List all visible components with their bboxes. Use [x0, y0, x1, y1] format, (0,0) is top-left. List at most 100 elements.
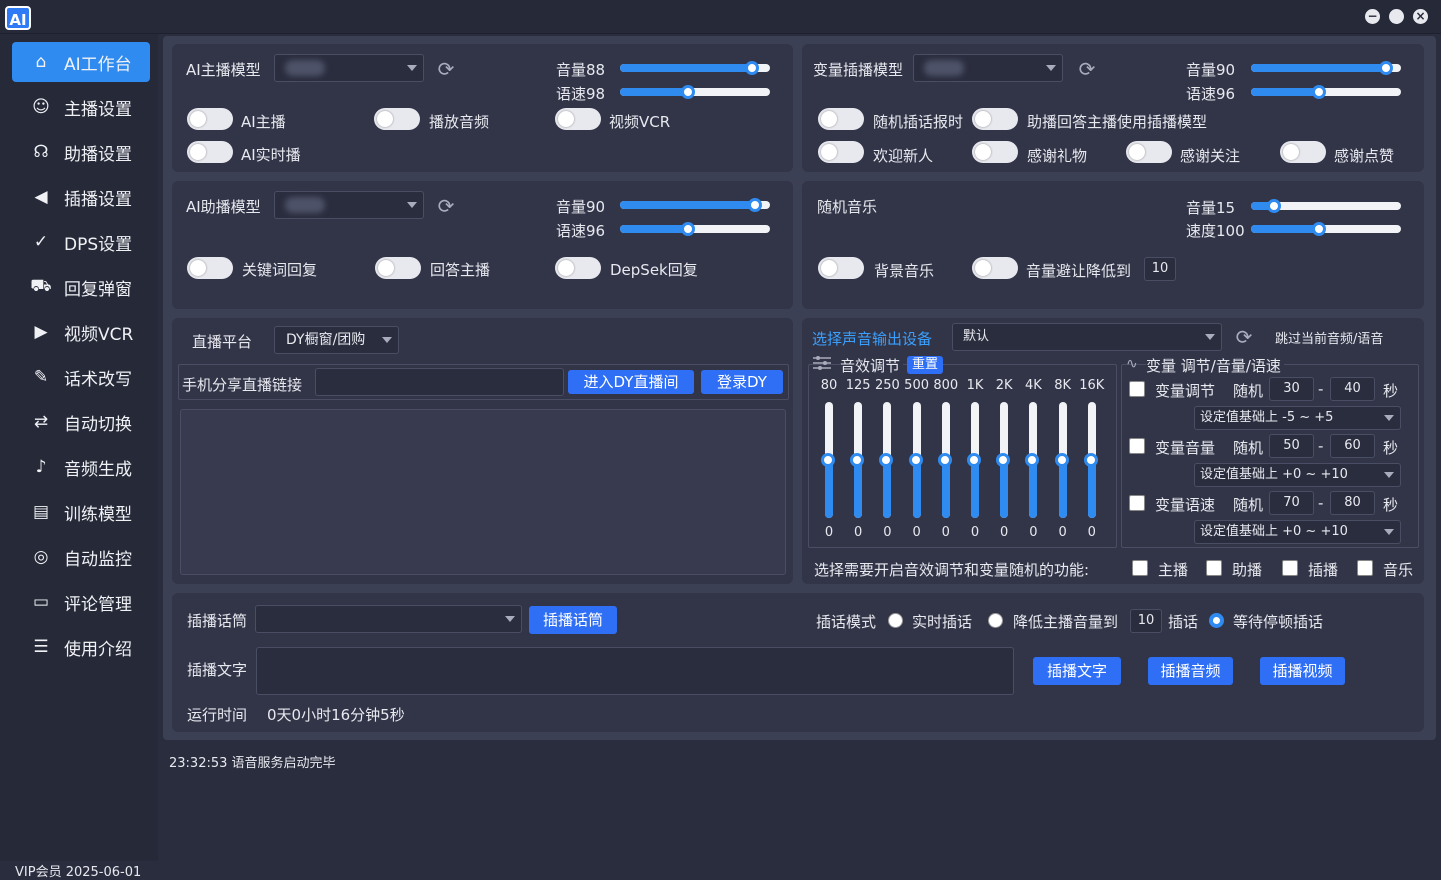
variable-min-input[interactable]: 50 [1269, 434, 1314, 458]
sidebar-item-9[interactable]: ♪ 音频生成 [12, 447, 150, 487]
music-volume-slider[interactable] [1251, 199, 1401, 213]
sidebar-item-label: 主播设置 [64, 99, 132, 120]
toggle-thanks-gift[interactable] [972, 141, 1018, 163]
refresh-icon[interactable]: ⟳ [435, 58, 457, 80]
live-link-input[interactable] [315, 368, 564, 396]
script-select[interactable] [255, 605, 522, 633]
minimize-button[interactable]: − [1365, 9, 1380, 24]
eq-band-slider[interactable] [908, 402, 923, 518]
refresh-icon[interactable]: ⟳ [435, 195, 457, 217]
link-label: 手机分享直播链接 [182, 376, 303, 394]
sidebar-item-3[interactable]: ◀ 插播设置 [12, 177, 150, 217]
insert-audio-button[interactable]: 插播音频 [1148, 657, 1233, 685]
toggle-play-audio[interactable] [374, 108, 420, 130]
host-volume-slider[interactable] [620, 61, 770, 75]
music-speed-slider[interactable] [1251, 222, 1401, 236]
sidebar-item-6[interactable]: ▶ 视频VCR [12, 312, 150, 352]
sidebar-item-12[interactable]: ▭ 评论管理 [12, 582, 150, 622]
sidebar-item-2[interactable]: ☊ 助播设置 [12, 132, 150, 172]
eq-title: 音效调节 [840, 355, 904, 376]
toggle-ducking[interactable] [972, 257, 1018, 279]
toggle-answer-host[interactable] [375, 257, 421, 279]
variable-row-random: 随机 [1233, 439, 1264, 457]
eq-band-slider[interactable] [821, 402, 835, 518]
host-model-select[interactable] [274, 54, 424, 82]
insert-text-button[interactable]: 插播文字 [1033, 657, 1121, 685]
toggle-random-time[interactable] [818, 108, 864, 130]
toggle-thanks-like[interactable] [1280, 141, 1326, 163]
apply-checkbox[interactable] [1206, 560, 1222, 576]
apply-checkbox[interactable] [1357, 560, 1373, 576]
eq-band-slider[interactable] [1083, 402, 1098, 518]
variable-range-select[interactable]: 设定值基础上 -5 ~ +5 [1194, 406, 1401, 430]
var-speed-slider[interactable] [1251, 85, 1401, 99]
platform-select[interactable]: DY橱窗/团购 [274, 326, 399, 354]
refresh-icon[interactable]: ⟳ [1233, 326, 1255, 348]
eq-band-slider[interactable] [996, 402, 1011, 518]
variable-max-input[interactable]: 60 [1330, 434, 1375, 458]
lower-volume-input[interactable]: 10 [1130, 609, 1162, 633]
skip-current-audio[interactable]: 跳过当前音频/语音 [1275, 328, 1383, 347]
assist-volume-slider[interactable] [620, 198, 770, 212]
output-device-select[interactable]: 默认 [952, 323, 1222, 351]
toggle-depsek-reply[interactable] [555, 257, 601, 279]
close-button[interactable]: × [1413, 9, 1428, 24]
eq-band-slider[interactable] [1025, 402, 1040, 518]
mode-realtime-radio[interactable] [888, 613, 903, 628]
ducking-value-input[interactable]: 10 [1144, 257, 1176, 281]
eq-reset-button[interactable]: 重置 [907, 356, 943, 374]
login-button[interactable]: 登录DY [701, 370, 783, 394]
toggle-ai-realtime[interactable] [187, 141, 233, 163]
host-speed-slider[interactable] [620, 85, 770, 99]
toggle-assist-use-insert[interactable] [972, 108, 1018, 130]
sidebar-item-8[interactable]: ⇄ 自动切换 [12, 402, 150, 442]
variable-row-checkbox[interactable] [1129, 381, 1145, 397]
sidebar-item-10[interactable]: ▤ 训练模型 [12, 492, 150, 532]
eq-band-slider[interactable] [937, 402, 952, 518]
mode-wait-radio[interactable] [1209, 613, 1224, 628]
eq-band-slider[interactable] [850, 402, 865, 518]
variable-min-input[interactable]: 30 [1269, 377, 1314, 401]
mode-lower-radio[interactable] [988, 613, 1003, 628]
sidebar-item-label: 助播设置 [64, 144, 132, 165]
eq-band-slider[interactable] [879, 402, 894, 518]
enter-live-room-button[interactable]: 进入DY直播间 [568, 370, 694, 394]
variable-max-input[interactable]: 40 [1330, 377, 1375, 401]
sidebar-item-7[interactable]: ✎ 话术改写 [12, 357, 150, 397]
var-volume-slider[interactable] [1251, 61, 1401, 75]
variable-range-select[interactable]: 设定值基础上 +0 ~ +10 [1194, 520, 1401, 544]
apply-checkbox[interactable] [1132, 560, 1148, 576]
apply-checkbox[interactable] [1282, 560, 1298, 576]
host-volume-label: 音量88 [556, 61, 606, 79]
variable-max-input[interactable]: 80 [1330, 491, 1375, 515]
toggle-keyword-reply[interactable] [187, 257, 233, 279]
insert-video-button[interactable]: 插播视频 [1260, 657, 1345, 685]
sidebar-item-1[interactable]: ☺ 主播设置 [12, 87, 150, 127]
eq-band-slider[interactable] [967, 402, 981, 518]
assist-speed-slider[interactable] [620, 222, 770, 236]
variable-min-input[interactable]: 70 [1269, 491, 1314, 515]
var-model-select[interactable] [913, 54, 1063, 82]
refresh-icon[interactable]: ⟳ [1076, 58, 1098, 80]
sidebar-item-0[interactable]: ⌂ AI工作台 [12, 42, 150, 82]
toggle-video-vcr[interactable] [555, 108, 601, 130]
eq-band-gain: 0 [970, 525, 980, 540]
toggle-thanks-follow[interactable] [1126, 141, 1172, 163]
insert-text-input[interactable] [256, 647, 1014, 695]
assist-model-select[interactable] [274, 191, 424, 219]
sidebar-item-13[interactable]: ☰ 使用介绍 [12, 627, 150, 667]
toggle-bg-music[interactable] [818, 257, 864, 279]
chevron-down-icon [505, 616, 515, 622]
sidebar-item-5[interactable]: ⛟ 回复弹窗 [12, 267, 150, 307]
eq-band-slider[interactable] [1054, 402, 1069, 518]
variable-row-checkbox[interactable] [1129, 495, 1145, 511]
sidebar-item-4[interactable]: ✓ DPS设置 [12, 222, 150, 262]
variable-row-checkbox[interactable] [1129, 438, 1145, 454]
variable-range-select[interactable]: 设定值基础上 +0 ~ +10 [1194, 463, 1401, 487]
variable-range-value: 设定值基础上 +0 ~ +10 [1200, 524, 1348, 539]
maximize-button[interactable] [1389, 9, 1404, 24]
toggle-welcome[interactable] [818, 141, 864, 163]
toggle-ai-host[interactable] [187, 108, 233, 130]
insert-script-button[interactable]: 插播话筒 [529, 606, 617, 634]
sidebar-item-11[interactable]: ◎ 自动监控 [12, 537, 150, 577]
